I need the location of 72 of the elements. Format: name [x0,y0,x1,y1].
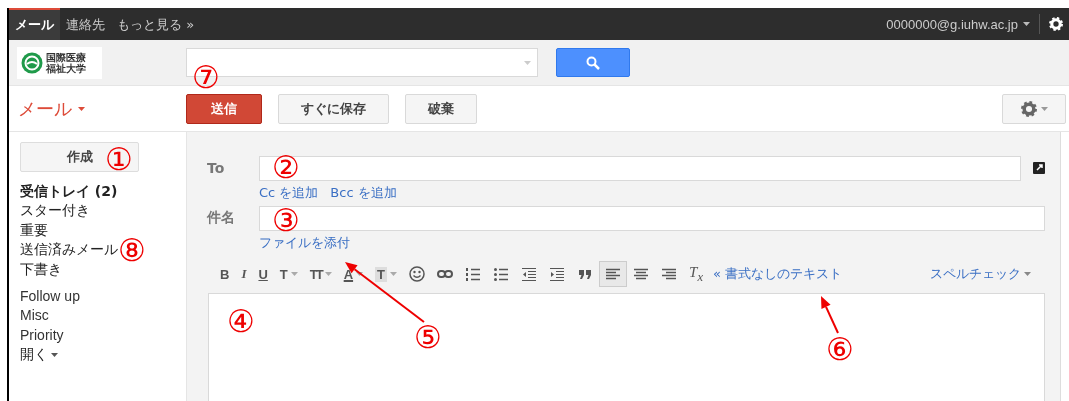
search-icon [586,55,600,70]
format-button[interactable]: A [337,261,370,287]
to-field[interactable] [259,155,1021,181]
format-button[interactable]: T [369,261,404,287]
folder-link[interactable]: スター付き [20,201,90,221]
annotation-number: ③ [272,204,300,236]
plain-text-link[interactable]: « 書式なしのテキスト [712,265,843,283]
caret-icon [356,272,364,276]
caret-icon [324,272,332,276]
logo-text: 国際医療 [46,51,86,63]
toolbar-button[interactable]: 破棄 [405,93,477,124]
field-label: 件名 [207,209,236,227]
indent-more-icon [549,266,566,282]
caret-icon [51,352,58,357]
label-link[interactable]: Misc [20,306,49,326]
caret-icon [290,272,298,276]
numbered-list-icon [465,266,482,282]
format-button[interactable]: U [252,261,274,287]
align-left-icon [605,266,622,282]
bulleted-list-icon [493,266,510,282]
folder-link[interactable]: 重要 [20,220,48,241]
attach-file-link[interactable]: ファイルを添付 [259,234,350,252]
toolbar-button[interactable]: すぐに保存 [278,93,389,124]
more-link[interactable]: 開く [20,345,48,365]
message-body-field[interactable] [208,293,1045,401]
annotation-number: ① [105,143,133,175]
add-recipient-link[interactable]: Bcc を追加 [330,184,397,202]
format-button[interactable] [599,261,628,287]
top-nav-tab[interactable]: メール [9,8,60,40]
spell-check-link[interactable]: スペルチェック [930,265,1021,283]
folder-link[interactable]: 送信済みメール [20,240,118,260]
caret-icon [1023,22,1030,26]
top-nav-tab[interactable]: もっと見る » [111,8,201,40]
top-nav-tab[interactable]: 連絡先 [60,8,111,40]
logo-emblem-icon [21,51,43,74]
annotation-number: ④ [227,305,255,337]
caret-icon [78,106,85,111]
label-link[interactable]: Priority [20,325,64,346]
search-button[interactable] [556,48,630,77]
settings-button[interactable] [1002,93,1066,124]
annotation-number: ⑦ [192,61,220,93]
format-button[interactable]: B [214,261,236,287]
folder-link[interactable]: 受信トレイ (2) [20,182,118,202]
send-button[interactable]: 送信 [186,93,262,124]
settings-icon [1049,17,1063,31]
caret-icon [524,60,531,65]
caret-icon [390,272,398,276]
app-menu[interactable]: メール [18,96,72,121]
settings-icon [1020,100,1037,117]
subject-field[interactable] [259,205,1045,231]
format-button[interactable]: I [235,261,253,287]
format-button[interactable]: TT [303,261,338,287]
annotation-number: ⑥ [826,333,854,365]
annotation-number: ② [272,151,300,183]
logo-text: 福祉大学 [46,62,86,74]
folder-link[interactable]: 下書き [20,259,62,280]
annotation-arrow [821,296,839,334]
account-menu[interactable]: 0000000@g.iuhw.ac.jp [886,16,1018,32]
add-recipient-link[interactable]: Cc を追加 [259,184,319,202]
emoji-icon [409,266,426,282]
annotation-number: ⑤ [414,321,442,353]
annotation-number: ⑧ [118,234,146,266]
format-button[interactable]: T$_{x}$ [683,261,709,287]
caret-icon [1040,106,1048,111]
indent-less-icon [521,266,538,282]
field-label: To [207,160,226,176]
popout-icon [1033,162,1045,174]
align-center-icon [633,266,650,282]
caret-icon [1024,272,1031,276]
format-button[interactable]: T [273,261,304,287]
label-link[interactable]: Follow up [20,287,80,307]
align-right-icon [661,266,678,282]
